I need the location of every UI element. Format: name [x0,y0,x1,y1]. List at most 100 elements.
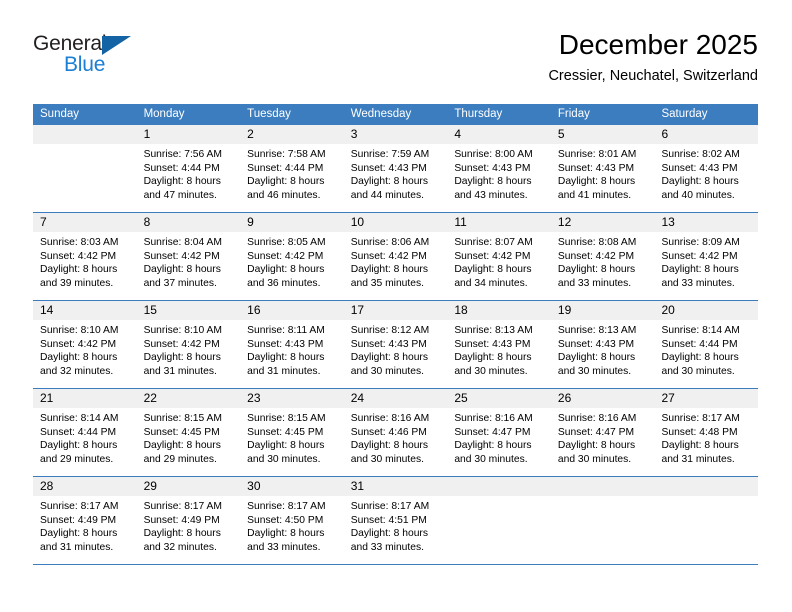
day-number: 18 [447,301,551,320]
calendar-day-cell[interactable]: 30 Sunrise: 8:17 AM Sunset: 4:50 PM Dayligh… [240,477,344,564]
calendar-day-cell[interactable]: 29 Sunrise: 8:17 AM Sunset: 4:49 PM Dayligh… [136,477,241,564]
calendar-day-cell-empty [33,125,137,212]
calendar-day-cell-empty [550,477,655,564]
day-number: 1 [136,125,241,144]
weekday-header-friday: Friday [557,108,590,120]
day-detail-line: Daylight: 8 hours [557,176,636,188]
calendar-day-cell[interactable]: 6 Sunrise: 8:02 AM Sunset: 4:43 PM Daylight… [654,125,759,212]
day-detail-line: and 31 minutes. [247,365,321,377]
day-detail-line: Sunset: 4:44 PM [661,338,738,350]
weekday-header-tuesday: Tuesday [247,108,291,120]
calendar-day-cell[interactable]: 10 Sunrise: 8:06 AM Sunset: 4:42 PM Dayligh… [343,213,448,300]
day-detail-line: Sunrise: 8:11 AM [247,325,325,336]
calendar-day-cell[interactable]: 11 Sunrise: 8:07 AM Sunset: 4:42 PM Dayligh… [447,213,551,300]
day-detail-line: Sunset: 4:44 PM [40,426,117,438]
day-detail-line: Sunset: 4:42 PM [247,250,324,262]
calendar-week-row: 14 Sunrise: 8:10 AM Sunset: 4:42 PM Dayligh… [33,301,759,389]
day-detail-line: Sunset: 4:43 PM [454,338,531,350]
day-detail-line: Sunset: 4:44 PM [143,162,220,174]
logo-text-blue: Blue [64,53,106,76]
calendar-day-cell[interactable]: 3 Sunrise: 7:59 AM Sunset: 4:43 PM Daylight… [343,125,448,212]
calendar-day-cell[interactable]: 26 Sunrise: 8:16 AM Sunset: 4:47 PM Dayligh… [550,389,655,476]
calendar-grid: Sunday Monday Tuesday Wednesday Thursday… [33,104,759,565]
calendar-day-cell[interactable]: 31 Sunrise: 8:17 AM Sunset: 4:51 PM Dayligh… [343,477,448,564]
calendar-week-row: 1 Sunrise: 7:56 AM Sunset: 4:44 PM Daylight… [33,125,759,213]
day-number [33,125,137,144]
day-detail-line: Sunrise: 8:14 AM [661,325,740,336]
calendar-day-cell[interactable]: 12 Sunrise: 8:08 AM Sunset: 4:42 PM Dayligh… [550,213,655,300]
day-detail-line: and 43 minutes. [454,189,528,201]
weekday-header-thursday: Thursday [454,108,503,120]
calendar-day-cell[interactable]: 7 Sunrise: 8:03 AM Sunset: 4:42 PM Daylight… [33,213,137,300]
day-number: 21 [33,389,137,408]
calendar-day-cell[interactable]: 27 Sunrise: 8:17 AM Sunset: 4:48 PM Dayligh… [654,389,759,476]
calendar-day-cell[interactable]: 4 Sunrise: 8:00 AM Sunset: 4:43 PM Daylight… [447,125,551,212]
day-detail-lines: Sunrise: 8:05 AM Sunset: 4:42 PM Daylight:… [240,232,344,290]
day-detail-line: Daylight: 8 hours [143,528,221,540]
day-detail-line: and 30 minutes. [557,453,632,465]
calendar-day-cell[interactable]: 16 Sunrise: 8:11 AM Sunset: 4:43 PM Dayligh… [240,301,344,388]
day-detail-line: and 36 minutes. [247,277,321,289]
day-detail-line: Sunrise: 8:15 AM [247,413,326,424]
day-detail-line: Daylight: 8 hours [557,352,636,364]
day-detail-line: and 31 minutes. [143,365,217,377]
day-detail-line: Daylight: 8 hours [454,264,532,276]
day-number: 16 [240,301,344,320]
day-detail-line: Sunset: 4:43 PM [557,338,635,350]
day-detail-lines: Sunrise: 8:02 AM Sunset: 4:43 PM Daylight:… [654,144,758,202]
day-detail-line: Sunrise: 7:56 AM [143,149,222,160]
calendar-day-cell-empty [447,477,551,564]
day-detail-line: and 40 minutes. [661,189,735,201]
day-detail-line: Sunset: 4:43 PM [247,338,324,350]
calendar-day-cell[interactable]: 17 Sunrise: 8:12 AM Sunset: 4:43 PM Dayligh… [343,301,448,388]
day-detail-line: Daylight: 8 hours [454,176,532,188]
calendar-day-cell[interactable]: 22 Sunrise: 8:15 AM Sunset: 4:45 PM Dayligh… [136,389,241,476]
day-detail-line: Sunset: 4:43 PM [350,162,427,174]
calendar-day-cell[interactable]: 24 Sunrise: 8:16 AM Sunset: 4:46 PM Dayligh… [343,389,448,476]
page-subtitle: Cressier, Neuchatel, Switzerland [548,68,758,84]
calendar-day-cell[interactable]: 25 Sunrise: 8:16 AM Sunset: 4:47 PM Dayligh… [447,389,551,476]
day-number: 12 [550,213,655,232]
day-number: 3 [343,125,448,144]
calendar-day-cell[interactable]: 28 Sunrise: 8:17 AM Sunset: 4:49 PM Dayligh… [33,477,137,564]
title-block: December 2025 Cressier, Neuchatel, Switz… [548,28,758,86]
calendar-day-cell[interactable]: 13 Sunrise: 8:09 AM Sunset: 4:42 PM Dayligh… [654,213,759,300]
calendar-day-cell[interactable]: 18 Sunrise: 8:13 AM Sunset: 4:43 PM Dayligh… [447,301,551,388]
calendar-day-cell[interactable]: 21 Sunrise: 8:14 AM Sunset: 4:44 PM Dayligh… [33,389,137,476]
day-detail-lines: Sunrise: 7:58 AM Sunset: 4:44 PM Daylight:… [240,144,344,202]
day-detail-lines [654,496,758,500]
day-detail-line: Sunset: 4:46 PM [350,426,427,438]
day-detail-line: Sunset: 4:50 PM [247,514,324,526]
day-detail-lines: Sunrise: 8:17 AM Sunset: 4:48 PM Daylight:… [654,408,758,466]
calendar-day-cell[interactable]: 15 Sunrise: 8:10 AM Sunset: 4:42 PM Dayligh… [136,301,241,388]
calendar-day-cell[interactable]: 23 Sunrise: 8:15 AM Sunset: 4:45 PM Dayligh… [240,389,344,476]
calendar-day-cell[interactable]: 5 Sunrise: 8:01 AM Sunset: 4:43 PM Daylight… [550,125,655,212]
calendar-week-row: 28 Sunrise: 8:17 AM Sunset: 4:49 PM Dayligh… [33,477,759,565]
day-detail-lines: Sunrise: 8:09 AM Sunset: 4:42 PM Daylight:… [654,232,758,290]
day-number: 31 [343,477,448,496]
calendar-day-cell[interactable]: 14 Sunrise: 8:10 AM Sunset: 4:42 PM Dayligh… [33,301,137,388]
day-detail-line: Sunset: 4:47 PM [557,426,635,438]
day-detail-lines: Sunrise: 8:16 AM Sunset: 4:47 PM Daylight:… [551,408,655,466]
day-detail-line: Daylight: 8 hours [40,352,118,364]
day-detail-line: Sunrise: 8:12 AM [350,325,430,336]
calendar-day-cell[interactable]: 2 Sunrise: 7:58 AM Sunset: 4:44 PM Daylight… [240,125,344,212]
day-detail-lines [33,144,137,148]
weekday-header-wednesday: Wednesday [350,108,412,120]
calendar-day-cell[interactable]: 1 Sunrise: 7:56 AM Sunset: 4:44 PM Daylight… [136,125,241,212]
day-detail-line: Sunset: 4:42 PM [40,338,117,350]
calendar-day-cell[interactable]: 8 Sunrise: 8:04 AM Sunset: 4:42 PM Daylight… [136,213,241,300]
day-detail-line: Sunrise: 8:02 AM [661,149,740,160]
day-detail-lines: Sunrise: 8:15 AM Sunset: 4:45 PM Daylight:… [240,408,344,466]
general-blue-logo[interactable]: General Blue [33,32,153,86]
calendar-weeks: 1 Sunrise: 7:56 AM Sunset: 4:44 PM Daylight… [33,125,759,565]
day-number: 14 [33,301,137,320]
day-detail-lines: Sunrise: 8:15 AM Sunset: 4:45 PM Daylight:… [137,408,241,466]
day-detail-line: Sunrise: 8:17 AM [40,501,119,512]
calendar-day-cell[interactable]: 9 Sunrise: 8:05 AM Sunset: 4:42 PM Daylight… [240,213,344,300]
calendar-day-cell[interactable]: 19 Sunrise: 8:13 AM Sunset: 4:43 PM Dayligh… [550,301,655,388]
day-detail-line: Sunset: 4:42 PM [557,250,635,262]
calendar-day-cell[interactable]: 20 Sunrise: 8:14 AM Sunset: 4:44 PM Dayligh… [654,301,759,388]
day-detail-line: Sunrise: 8:00 AM [454,149,533,160]
day-detail-line: Sunrise: 8:10 AM [40,325,119,336]
